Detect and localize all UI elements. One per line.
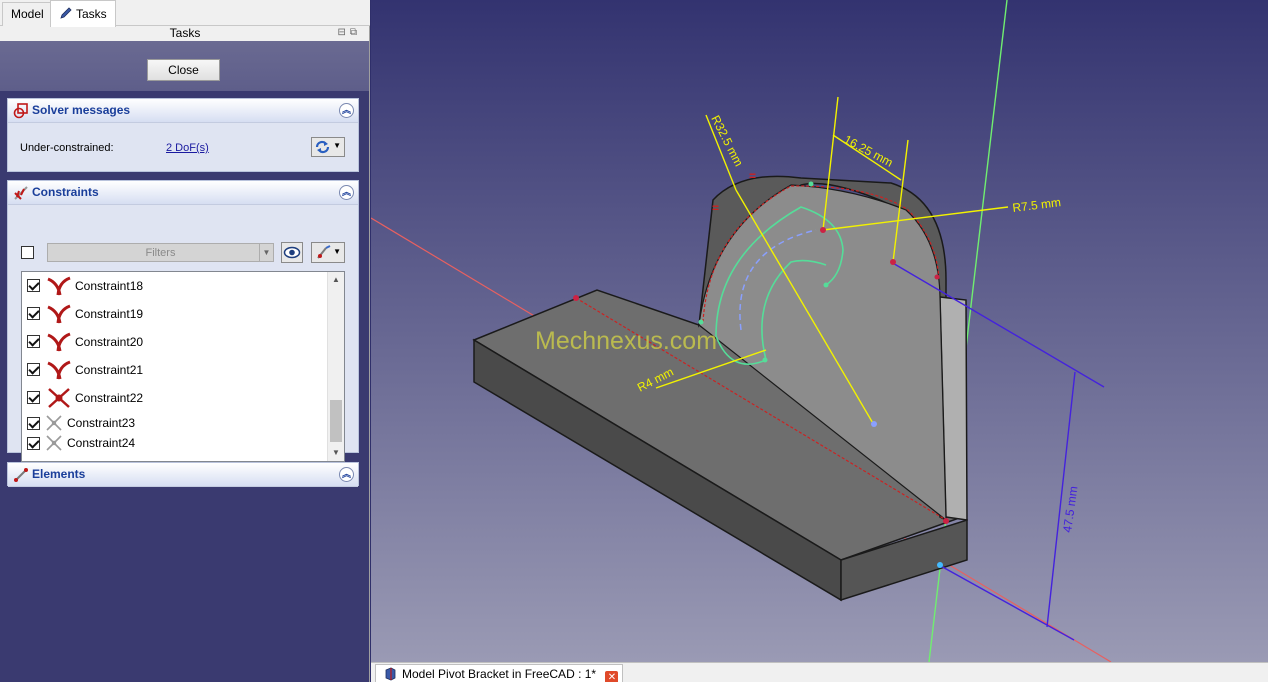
freecad-window: Model Tasks Tasks ⊟⧉ Close Solver messag… <box>0 0 1268 682</box>
chevron-down-icon: ▼ <box>259 244 273 261</box>
line-element-icon <box>14 468 28 482</box>
collapse-icon[interactable]: ︽ <box>339 185 354 200</box>
chevron-down-icon: ▼ <box>333 247 341 256</box>
task-button-box: Close <box>0 41 369 91</box>
watermark-text: Mechnexus.com <box>535 327 718 355</box>
3d-scene[interactable]: R32.5 mm 16.25 mm R7.5 mm R4 mm 47.5 mm … <box>371 0 1268 662</box>
constraints-title: Constraints <box>32 185 99 199</box>
constraint-list[interactable]: Constraint18 Constraint19 Constraint20 C… <box>21 271 345 462</box>
sketch-point[interactable] <box>934 274 940 280</box>
combo-tabs: Model Tasks <box>0 0 370 27</box>
constraint-label: Constraint22 <box>75 391 144 405</box>
constraint-settings-button[interactable]: ▼ <box>311 242 345 263</box>
constraint-label: Constraint19 <box>75 307 144 321</box>
solver-messages-header[interactable]: Solver messages ︽ <box>8 99 358 123</box>
scrollbar-thumb[interactable] <box>330 400 342 442</box>
list-item[interactable]: Constraint21 <box>22 359 327 380</box>
sketch-point[interactable] <box>698 319 704 325</box>
constraint-label: Constraint21 <box>75 363 144 377</box>
tangent-icon <box>47 304 71 324</box>
under-constrained-label: Under-constrained: <box>20 142 114 154</box>
item-checkbox[interactable] <box>27 307 40 320</box>
sketch-point[interactable] <box>808 181 814 187</box>
item-checkbox[interactable] <box>27 335 40 348</box>
tangent-icon <box>47 276 71 296</box>
solver-icon <box>13 103 28 119</box>
tangent-icon <box>47 332 71 352</box>
visibility-toggle-button[interactable] <box>281 242 303 263</box>
item-checkbox[interactable] <box>27 417 40 430</box>
tab-model[interactable]: Model <box>2 2 53 26</box>
3d-viewport[interactable]: R32.5 mm 16.25 mm R7.5 mm R4 mm 47.5 mm … <box>371 0 1268 662</box>
sketch-point[interactable] <box>890 259 896 265</box>
dock-title-buttons[interactable]: ⊟⧉ <box>337 27 361 38</box>
collapse-icon[interactable]: ︽ <box>339 467 354 482</box>
sketch-point[interactable] <box>871 421 877 427</box>
sketch-point[interactable] <box>937 562 943 568</box>
tangent-icon <box>47 360 71 380</box>
close-icon[interactable]: ✕ <box>605 671 619 682</box>
sketch-point[interactable] <box>573 295 579 301</box>
solver-messages-title: Solver messages <box>32 103 131 117</box>
pencil-icon <box>60 7 72 19</box>
solver-messages-panel: Solver messages ︽ Under-constrained: 2 D… <box>7 98 359 172</box>
tab-tasks-label: Tasks <box>76 7 107 21</box>
auto-update-button[interactable]: ▼ <box>311 137 345 157</box>
item-checkbox[interactable] <box>27 437 40 450</box>
equal-constraint-text[interactable]: = <box>712 201 719 215</box>
elements-header[interactable]: Elements ︽ <box>8 463 358 487</box>
chevron-down-icon: ▼ <box>333 141 341 150</box>
constraint-label: Constraint23 <box>67 416 136 430</box>
item-checkbox[interactable] <box>27 363 40 376</box>
tab-tasks[interactable]: Tasks <box>50 0 116 27</box>
sketch-point[interactable] <box>823 282 829 288</box>
list-item[interactable]: Constraint24 <box>22 433 327 453</box>
document-tab-label: Model Pivot Bracket in FreeCAD : 1* <box>402 667 597 681</box>
item-checkbox[interactable] <box>27 279 40 292</box>
eye-icon <box>283 246 301 259</box>
settings-icon <box>317 245 331 259</box>
elements-title: Elements <box>32 467 86 481</box>
constraint-label: Constraint24 <box>67 436 136 450</box>
sketch-point[interactable] <box>943 518 949 524</box>
scroll-down-icon[interactable]: ▼ <box>328 445 344 461</box>
equal-constraint-text[interactable]: = <box>749 169 756 183</box>
coincident-icon <box>46 435 62 451</box>
constraints-header[interactable]: Constraints ︽ <box>8 181 358 205</box>
close-button[interactable]: Close <box>147 59 220 81</box>
constraints-panel: Constraints ︽ Filters ▼ ▼ Constraint18 C… <box>7 180 359 462</box>
constraint-label: Constraint20 <box>75 335 144 349</box>
scroll-up-icon[interactable]: ▲ <box>328 272 344 288</box>
constraint-icon <box>14 186 28 200</box>
tasks-dock-title: Tasks <box>169 26 201 40</box>
dof-link[interactable]: 2 DoF(s) <box>166 142 209 154</box>
sketch-point[interactable] <box>820 227 826 233</box>
filters-label: Filters <box>145 247 176 259</box>
list-item[interactable]: Constraint23 <box>22 413 327 433</box>
list-item[interactable]: Constraint20 <box>22 331 327 352</box>
document-tab[interactable]: Model Pivot Bracket in FreeCAD : 1* ✕ <box>375 664 624 682</box>
list-scrollbar[interactable]: ▲ ▼ <box>327 272 344 461</box>
filters-combo[interactable]: Filters ▼ <box>47 243 274 262</box>
list-item[interactable]: Constraint22 <box>22 387 327 408</box>
coincident-icon <box>46 415 62 431</box>
document-tab-bar: Model Pivot Bracket in FreeCAD : 1* ✕ <box>371 662 1268 682</box>
list-item[interactable]: Constraint19 <box>22 303 327 324</box>
task-panel-area: Close Solver messages ︽ Under-constraine… <box>0 41 369 682</box>
constraint-label: Constraint18 <box>75 279 144 293</box>
collapse-icon[interactable]: ︽ <box>339 103 354 118</box>
refresh-icon <box>315 140 330 154</box>
combo-view-panel: Model Tasks Tasks ⊟⧉ Close Solver messag… <box>0 0 370 682</box>
symmetric-icon <box>48 388 70 408</box>
freecad-document-icon <box>385 667 396 681</box>
elements-panel: Elements ︽ <box>7 462 359 487</box>
item-checkbox[interactable] <box>27 391 40 404</box>
select-all-checkbox[interactable] <box>21 246 34 259</box>
list-item[interactable]: Constraint18 <box>22 275 327 296</box>
sketch-point[interactable] <box>762 357 768 363</box>
